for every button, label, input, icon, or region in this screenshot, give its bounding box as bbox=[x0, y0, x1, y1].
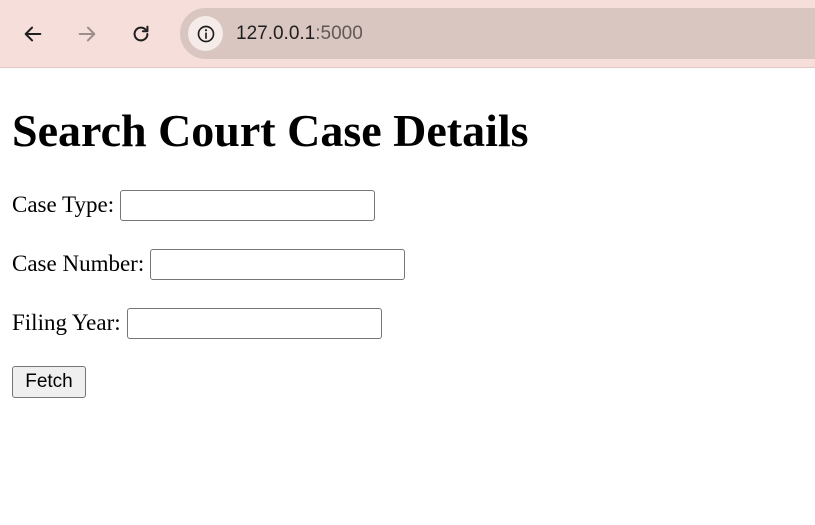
case-number-input[interactable] bbox=[150, 248, 406, 280]
url-host: 127.0.0.1 bbox=[236, 23, 316, 44]
arrow-left-icon bbox=[24, 26, 42, 42]
url-text[interactable]: 127.0.0.1:5000 bbox=[236, 22, 363, 46]
page-content: Search Court Case Details Case Type: Cas… bbox=[0, 69, 815, 525]
case-type-row: Case Type: bbox=[12, 189, 376, 221]
arrow-right-icon bbox=[78, 26, 96, 42]
case-number-row: Case Number: bbox=[12, 248, 406, 280]
site-info-button[interactable] bbox=[188, 16, 223, 51]
address-bar[interactable]: 127.0.0.1:5000 bbox=[180, 8, 815, 59]
browser-toolbar: 127.0.0.1:5000 bbox=[0, 0, 815, 68]
info-icon bbox=[197, 25, 214, 42]
filing-year-input[interactable] bbox=[126, 307, 382, 339]
reload-button[interactable] bbox=[124, 17, 158, 51]
filing-year-label: Filing Year: bbox=[12, 310, 121, 335]
case-type-label: Case Type: bbox=[12, 192, 115, 217]
filing-year-row: Filing Year: bbox=[12, 307, 382, 339]
case-number-label: Case Number: bbox=[12, 251, 145, 276]
page-title: Search Court Case Details bbox=[12, 105, 529, 156]
back-button[interactable] bbox=[16, 17, 50, 51]
forward-button[interactable] bbox=[70, 17, 104, 51]
fetch-button[interactable]: Fetch bbox=[12, 366, 86, 398]
case-type-input[interactable] bbox=[120, 189, 376, 221]
url-port: :5000 bbox=[315, 23, 363, 44]
reload-icon bbox=[133, 25, 149, 42]
